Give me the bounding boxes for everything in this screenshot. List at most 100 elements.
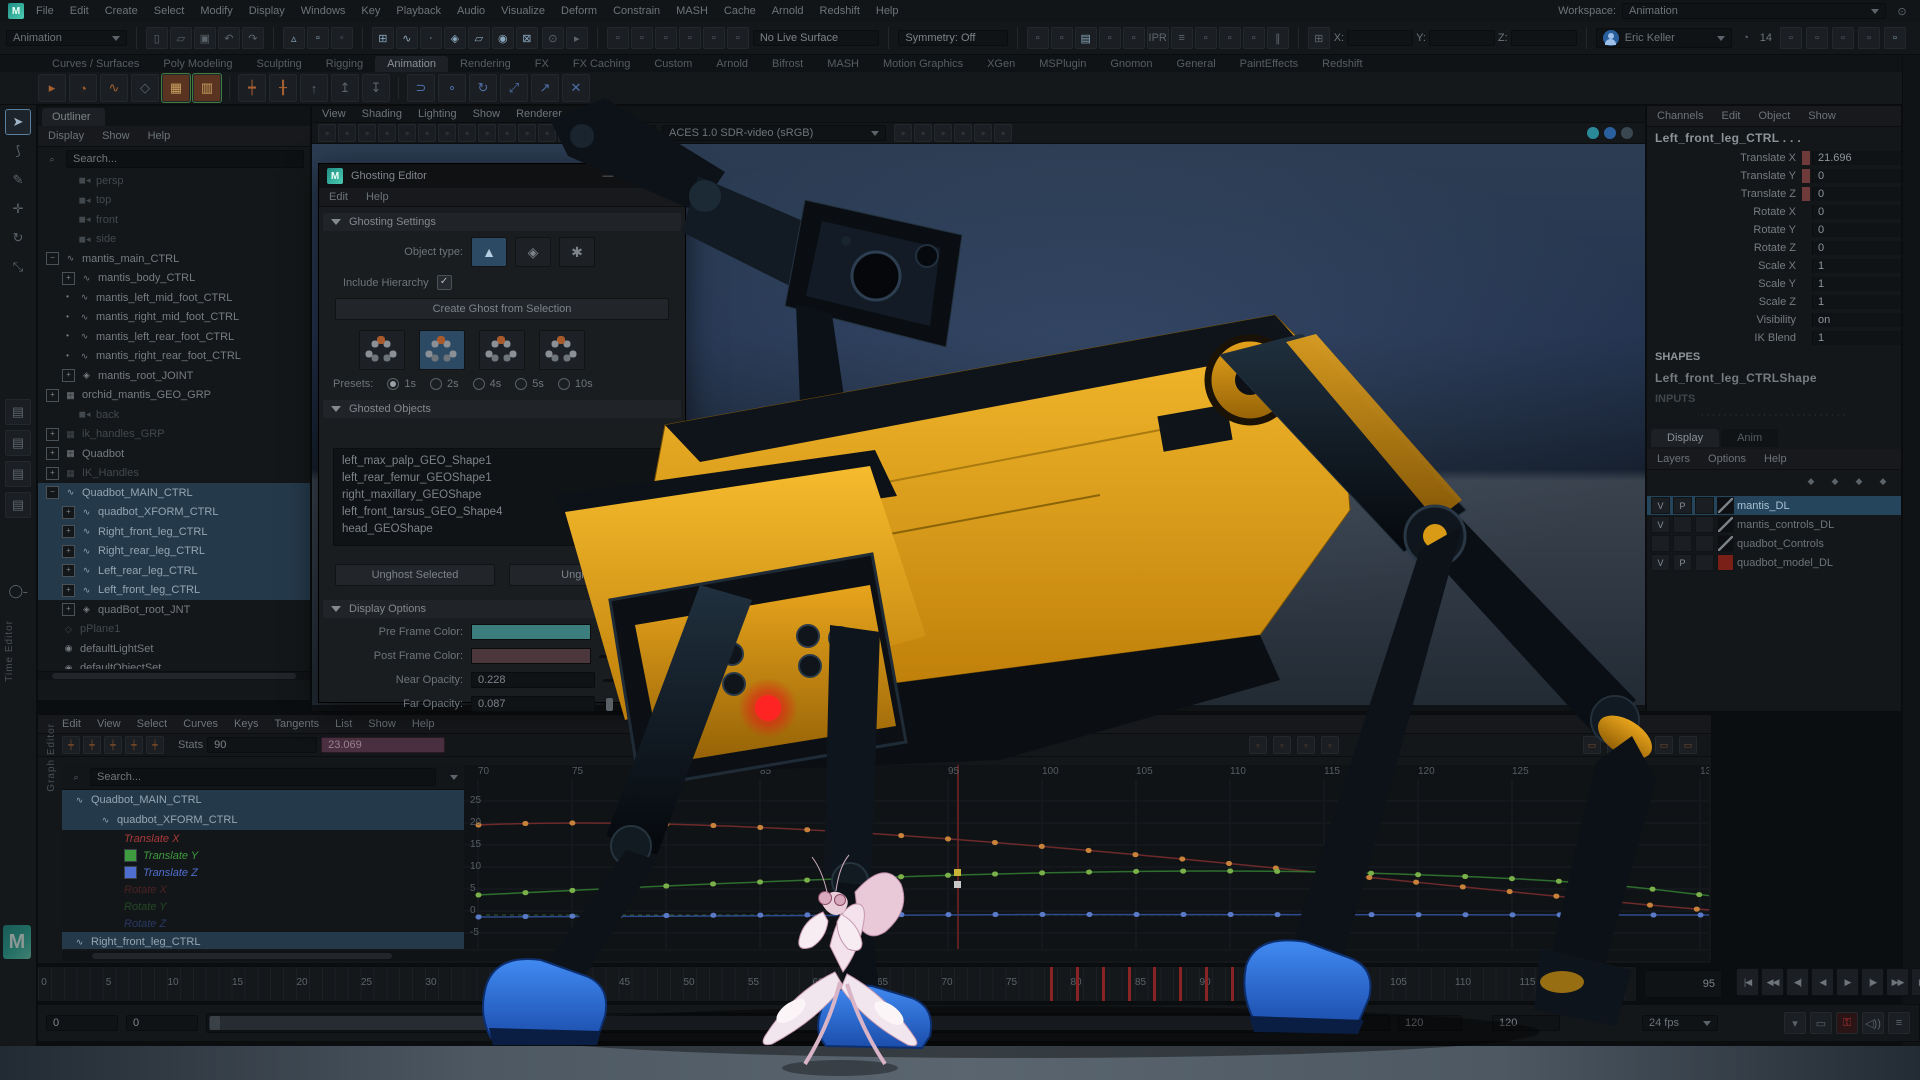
minimize-icon[interactable]: — <box>602 170 613 183</box>
layout-outliner-persp-icon[interactable]: ▤ <box>5 492 31 518</box>
radio-icon[interactable] <box>473 378 485 390</box>
move-tool-icon[interactable]: ✛ <box>6 197 30 221</box>
menu-constrain[interactable]: Constrain <box>613 5 660 17</box>
filter-icon[interactable]: ⌕ <box>44 151 60 167</box>
layer-tab-display[interactable]: Display <box>1651 429 1719 447</box>
viewport-bookmark-dot-2[interactable] <box>1604 127 1616 139</box>
region-select-tool-icon[interactable]: ┿ <box>125 736 143 754</box>
layer-playback-toggle[interactable]: P <box>1673 497 1692 514</box>
add-inbetween-icon[interactable]: ↥ <box>331 74 359 102</box>
snap-to-projected-center-icon[interactable]: ◈ <box>444 27 466 49</box>
menu-create[interactable]: Create <box>105 5 138 17</box>
radio-icon[interactable] <box>387 378 399 390</box>
unghost-all-button[interactable]: Unghost All <box>509 564 669 586</box>
image-plane-icon[interactable]: ▫ <box>398 124 416 142</box>
channel-value[interactable]: 0 <box>1812 169 1901 183</box>
character-set-menu-icon[interactable]: ▾ <box>1784 1012 1806 1034</box>
ghosted-object-item[interactable]: right_maxillary_GEOShape <box>342 487 662 504</box>
expand-toggle-icon[interactable]: + <box>62 564 75 577</box>
frame-all-icon[interactable]: ▭ <box>1607 736 1625 754</box>
channel-row[interactable]: Visibilityon <box>1647 311 1901 329</box>
channel-value[interactable]: 0 <box>1812 205 1901 219</box>
field-chart-icon[interactable]: ▫ <box>538 124 556 142</box>
make-live-icon[interactable]: ◉ <box>492 27 514 49</box>
menu-key[interactable]: Key <box>361 5 380 17</box>
viewport-menu-panels[interactable]: Panels <box>578 108 612 120</box>
screen-space-ao-icon[interactable]: ▫ <box>994 124 1012 142</box>
ipr-render-icon[interactable]: IPR <box>1147 27 1169 49</box>
expand-toggle-icon[interactable]: + <box>62 506 75 519</box>
expand-toggle-icon[interactable]: − <box>46 252 59 265</box>
radio-icon[interactable] <box>430 378 442 390</box>
menu-audio[interactable]: Audio <box>457 5 485 17</box>
post-infinity-cycle-icon[interactable]: ▫ <box>1273 736 1291 754</box>
expand-toggle-icon[interactable]: • <box>62 292 73 303</box>
set-breakdown-icon[interactable]: ╂ <box>269 74 297 102</box>
outliner-item[interactable]: +◈quadBot_root_JNT <box>38 600 310 620</box>
graph-menu-list[interactable]: List <box>335 718 352 730</box>
wireframe-mode-icon[interactable]: ▫ <box>894 124 912 142</box>
new-empty-layer-icon[interactable]: ◆ <box>1851 473 1867 489</box>
expand-toggle-icon[interactable]: • <box>62 331 73 342</box>
channel-row[interactable]: Translate Y0 <box>1647 167 1901 185</box>
pre-frame-color-swatch[interactable] <box>471 624 591 640</box>
parent-constraint-icon[interactable]: ⊃ <box>407 74 435 102</box>
ghost-type-joint-button[interactable]: ◈ <box>515 237 551 267</box>
post-frame-color-swatch[interactable] <box>471 648 591 664</box>
animation-start-field[interactable]: 0 <box>46 1015 118 1031</box>
layer-visibility-toggle[interactable]: V <box>1651 516 1670 533</box>
outliner-item[interactable]: ◇pPlane1 <box>38 620 310 640</box>
playback-start-field[interactable]: 0 <box>126 1015 198 1031</box>
highlight-selection-icon[interactable]: ▸ <box>566 27 588 49</box>
outliner-item[interactable]: +∿Right_rear_leg_CTRL <box>38 542 310 562</box>
shelf-tab-mash[interactable]: MASH <box>815 56 871 72</box>
ghosting-editor-icon[interactable]: ▥ <box>193 74 221 102</box>
coord-input-y[interactable] <box>1429 30 1495 46</box>
channel-row[interactable]: Translate Z0 <box>1647 185 1901 203</box>
swept-mesh-icon[interactable]: ◇ <box>131 74 159 102</box>
point-constraint-icon[interactable]: ∘ <box>438 74 466 102</box>
playblast-clapper-icon[interactable]: ▭ <box>1810 1012 1832 1034</box>
menu-help[interactable]: Help <box>876 5 899 17</box>
expand-toggle-icon[interactable]: + <box>62 369 75 382</box>
channel-value[interactable]: 1 <box>1812 295 1901 309</box>
move-layer-down-icon[interactable]: ◆ <box>1827 473 1843 489</box>
range-slider-bar[interactable] <box>209 1016 1315 1030</box>
ghosted-object-item[interactable]: left_front_tarsus_GEO_Shape4 <box>342 504 662 521</box>
scale-tool-icon[interactable]: ⤡ <box>6 255 30 279</box>
camera-attributes-icon[interactable]: ▫ <box>358 124 376 142</box>
preset-option-4s[interactable]: 4s <box>473 378 502 390</box>
outliner-item[interactable]: +▦ik_handles_GRP <box>38 425 310 445</box>
workspace-lock-icon[interactable]: ⊙ <box>1892 1 1912 21</box>
layer-menu-layers[interactable]: Layers <box>1657 453 1690 465</box>
in-view-editor-icon[interactable]: ▫ <box>1884 27 1906 49</box>
preset-option-2s[interactable]: 2s <box>430 378 459 390</box>
layer-visibility-toggle[interactable] <box>1651 535 1670 552</box>
time-editor-toggle-icon[interactable]: ▤ <box>1075 27 1097 49</box>
cached-playback-c-icon[interactable]: ▫ <box>679 27 701 49</box>
viewport-bookmark-dot-3[interactable] <box>1621 127 1633 139</box>
character-controls-icon[interactable]: ▫ <box>1806 27 1828 49</box>
outliner-tab[interactable]: Outliner <box>42 108 105 126</box>
ghost-type-locator-button[interactable]: ✱ <box>559 237 595 267</box>
ghost-type-geometry-button[interactable]: ▲ <box>471 237 507 267</box>
graph-editor-vertical-label[interactable]: Graph Editor <box>46 723 57 792</box>
ghosted-objects-list[interactable]: left_max_palp_GEO_Shape1left_rear_femur_… <box>333 448 671 546</box>
ghost-frames-before-button[interactable] <box>359 330 405 370</box>
shaded-mode-icon[interactable]: ▫ <box>914 124 932 142</box>
graph-menu-view[interactable]: View <box>97 718 121 730</box>
select-by-hierarchy-icon[interactable]: ▵ <box>283 27 305 49</box>
grease-pencil-icon[interactable]: ▫ <box>438 124 456 142</box>
layout-four-pane-icon[interactable]: ▤ <box>5 430 31 456</box>
render-current-frame-icon[interactable]: ▫ <box>1123 27 1145 49</box>
playback-end-field[interactable]: 120 <box>1326 1015 1390 1031</box>
cached-playback-b-icon[interactable]: ▫ <box>655 27 677 49</box>
near-opacity-field[interactable]: 0.228 <box>471 672 595 688</box>
2d-pan-zoom-icon[interactable]: ▫ <box>418 124 436 142</box>
graph-tree-item[interactable]: Rotate Z <box>62 915 464 932</box>
shelf-tab-bifrost[interactable]: Bifrost <box>760 56 815 72</box>
menu-edit[interactable]: Edit <box>70 5 89 17</box>
channel-menu-channels[interactable]: Channels <box>1657 110 1703 122</box>
layer-color-swatch[interactable] <box>1717 516 1734 533</box>
export-playblast-icon[interactable]: ▫ <box>1027 27 1049 49</box>
